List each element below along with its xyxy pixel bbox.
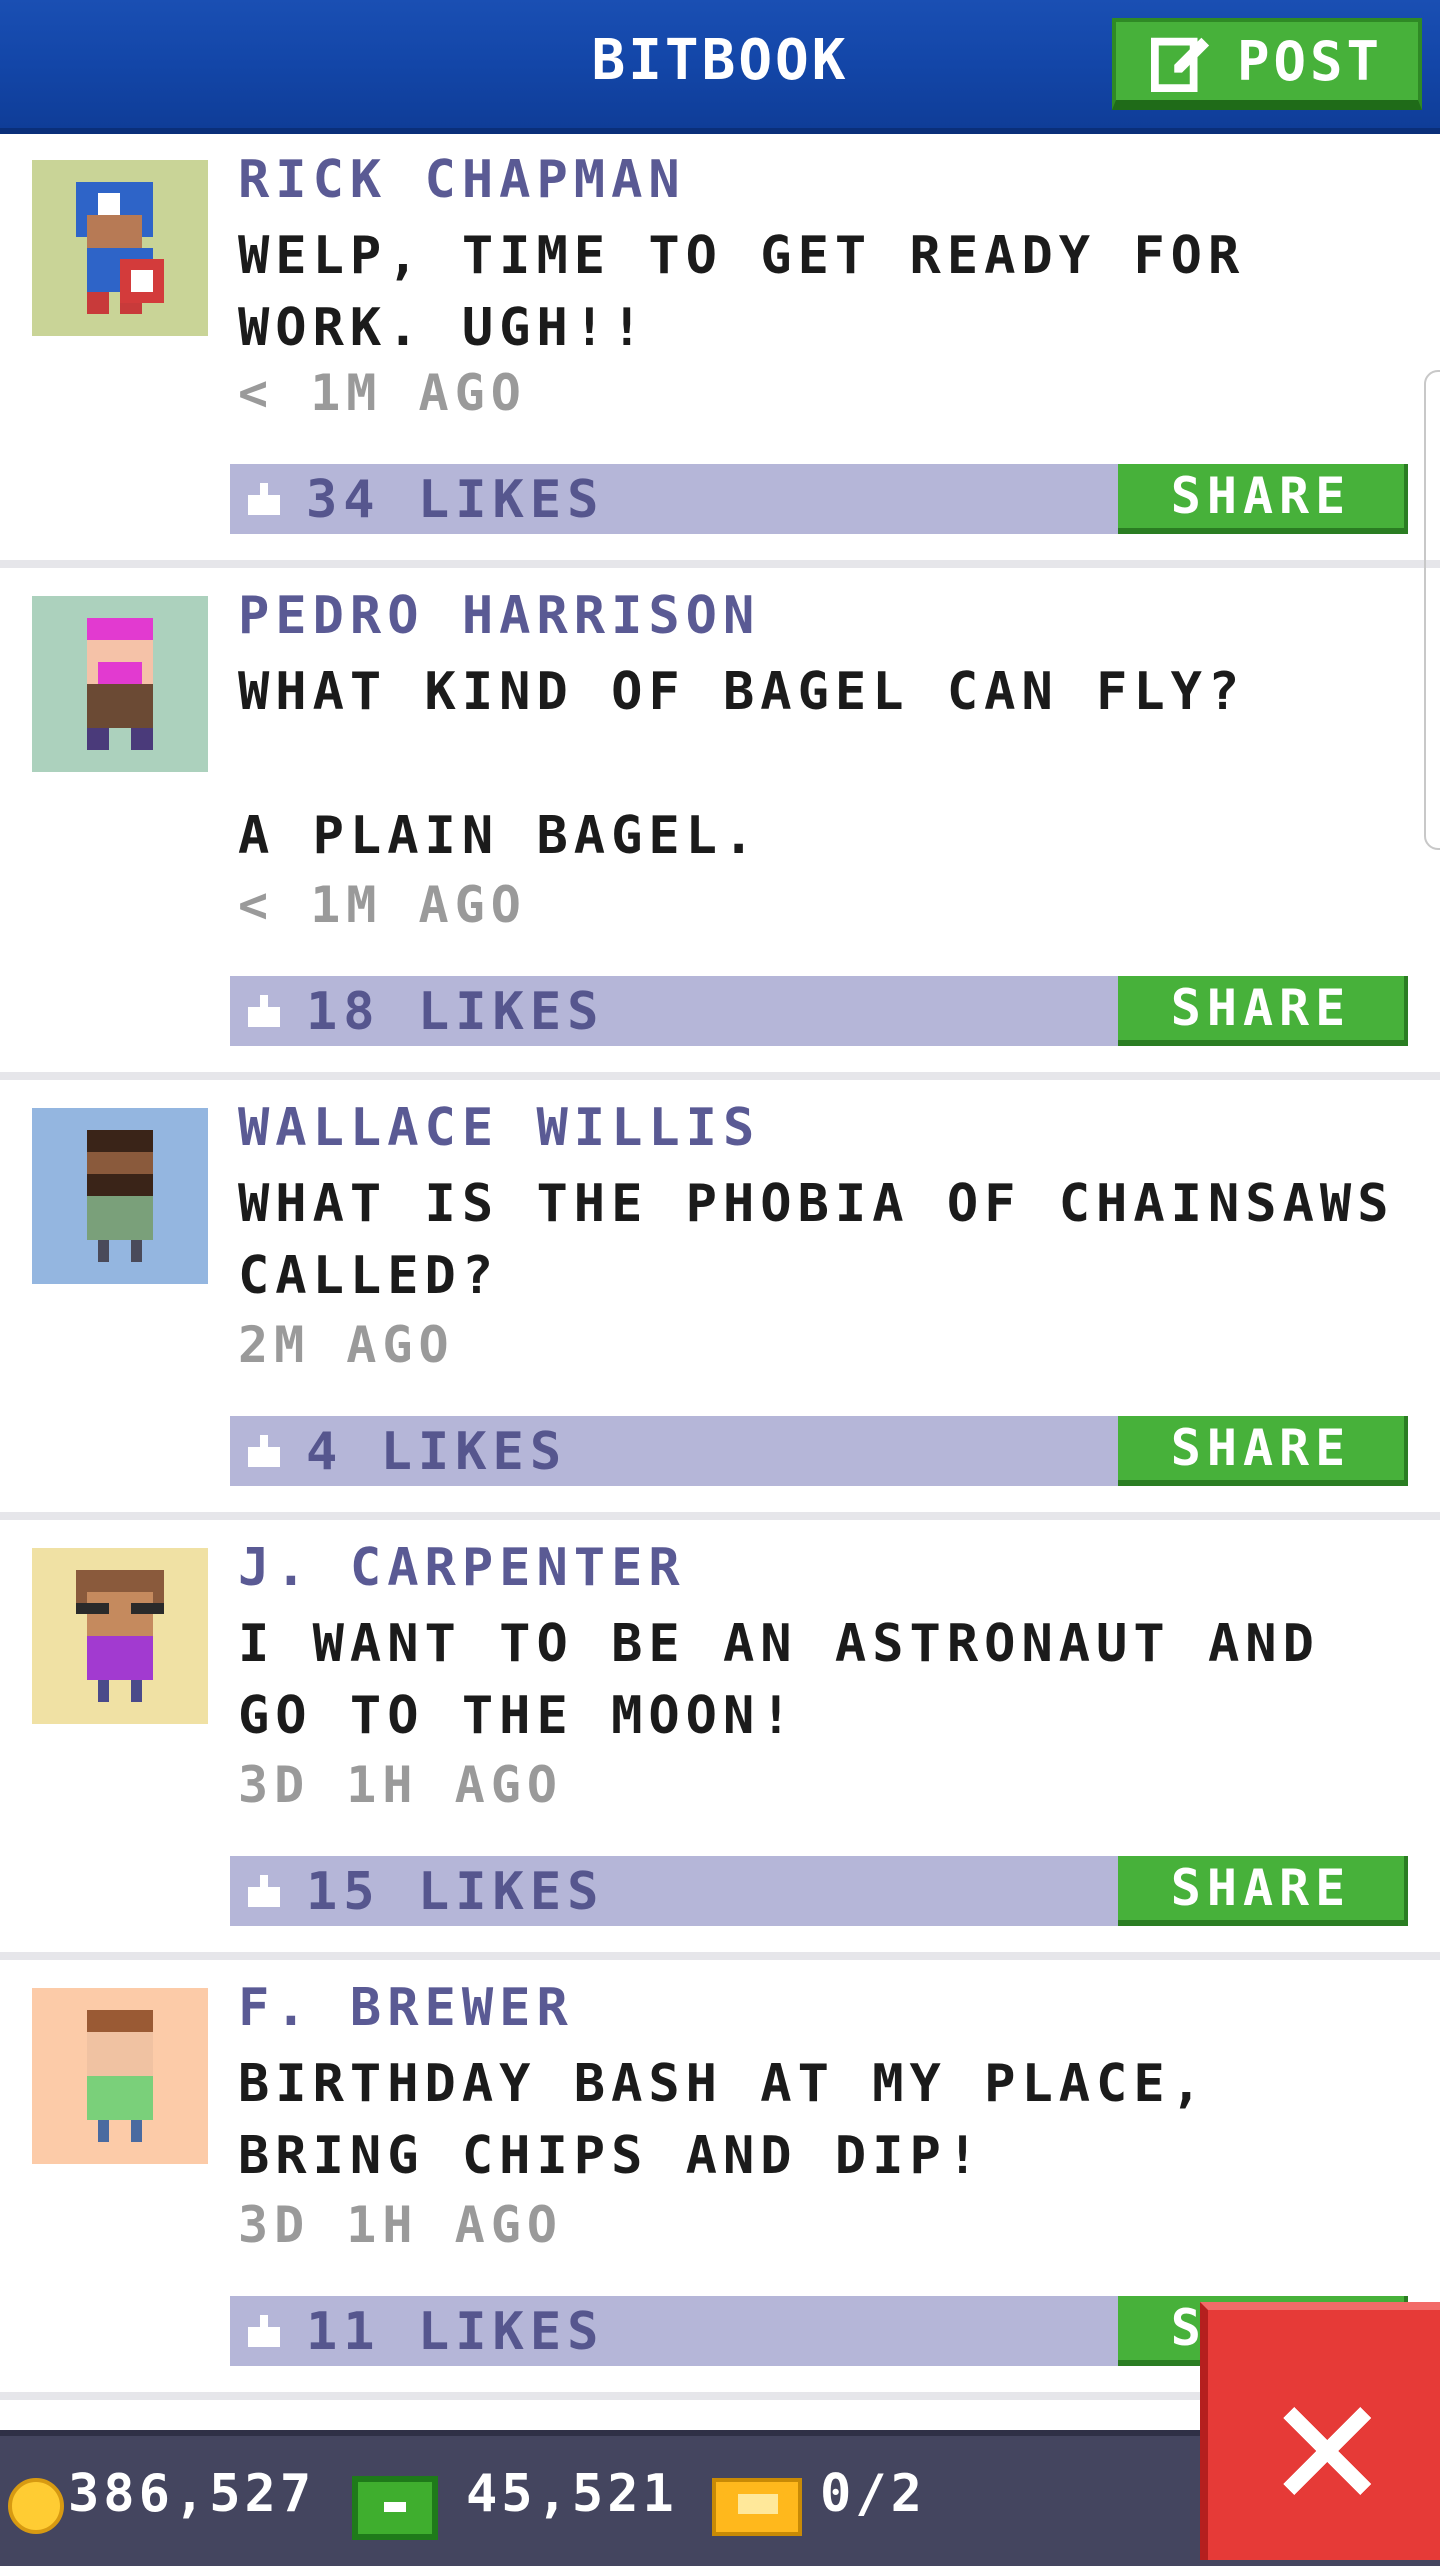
post-item: J. CARPENTER I WANT TO BE AN ASTRONAUT A…	[0, 1522, 1440, 1962]
avatar[interactable]	[32, 1548, 208, 1724]
post-time: 2M AGO	[238, 1316, 455, 1374]
ticket-count: 0/2	[820, 2464, 926, 2524]
thumbs-up-icon	[248, 995, 280, 1027]
like-count: 34 LIKES	[306, 470, 605, 530]
like-count: 15 LIKES	[306, 1862, 605, 1922]
like-bar[interactable]: 34 LIKES SHARE	[230, 464, 1408, 534]
feed-list[interactable]: RICK CHAPMAN WELP, TIME TO GET READY FOR…	[0, 134, 1440, 2402]
like-bar[interactable]: 18 LIKES SHARE	[230, 976, 1408, 1046]
avatar[interactable]	[32, 1988, 208, 2164]
ticket-icon	[712, 2478, 802, 2536]
scroll-indicator	[1424, 370, 1440, 850]
author-name[interactable]: F. BREWER	[238, 1978, 574, 2038]
share-button[interactable]: SHARE	[1118, 976, 1408, 1046]
divider	[0, 560, 1440, 568]
post-message: I WANT TO BE AN ASTRONAUT AND GO TO THE …	[238, 1614, 1320, 1746]
header-bar: BITBOOK POST	[0, 0, 1440, 134]
divider	[0, 1072, 1440, 1080]
like-count: 11 LIKES	[306, 2302, 605, 2362]
author-name[interactable]: WALLACE WILLIS	[238, 1098, 760, 1158]
close-icon	[1283, 2407, 1371, 2495]
like-bar[interactable]: 4 LIKES SHARE	[230, 1416, 1408, 1486]
divider	[0, 1952, 1440, 1960]
divider	[0, 1512, 1440, 1520]
post-item: WALLACE WILLIS WHAT IS THE PHOBIA OF CHA…	[0, 1082, 1440, 1522]
post-time: < 1M AGO	[238, 364, 527, 422]
post-message: WHAT KIND OF BAGEL CAN FLY? A PLAIN BAGE…	[238, 662, 1246, 866]
author-name[interactable]: PEDRO HARRISON	[238, 586, 760, 646]
avatar[interactable]	[32, 160, 208, 336]
post-item: PEDRO HARRISON WHAT KIND OF BAGEL CAN FL…	[0, 570, 1440, 1082]
post-item: RICK CHAPMAN WELP, TIME TO GET READY FOR…	[0, 134, 1440, 570]
coin-icon	[8, 2478, 64, 2534]
thumbs-up-icon	[248, 2315, 280, 2347]
like-count: 18 LIKES	[306, 982, 605, 1042]
coin-count: 386,527	[68, 2464, 316, 2524]
author-name[interactable]: J. CARPENTER	[238, 1538, 686, 1598]
post-time: < 1M AGO	[238, 876, 527, 934]
thumbs-up-icon	[248, 483, 280, 515]
post-message: WHAT IS THE PHOBIA OF CHAINSAWS CALLED?	[238, 1174, 1395, 1306]
share-button[interactable]: SHARE	[1118, 464, 1408, 534]
thumbs-up-icon	[248, 1435, 280, 1467]
share-button[interactable]: SHARE	[1118, 1416, 1408, 1486]
avatar[interactable]	[32, 596, 208, 772]
like-bar[interactable]: 15 LIKES SHARE	[230, 1856, 1408, 1926]
thumbs-up-icon	[248, 1875, 280, 1907]
post-button[interactable]: POST	[1112, 18, 1422, 110]
post-button-label: POST	[1236, 29, 1384, 93]
post-time: 3D 1H AGO	[238, 1756, 563, 1814]
post-time: 3D 1H AGO	[238, 2196, 563, 2254]
share-button[interactable]: SHARE	[1118, 1856, 1408, 1926]
like-count: 4 LIKES	[306, 1422, 568, 1482]
post-message: WELP, TIME TO GET READY FOR WORK. UGH!!	[238, 226, 1246, 358]
bux-icon	[352, 2476, 438, 2540]
post-message: BIRTHDAY BASH AT MY PLACE, BRING CHIPS A…	[238, 2054, 1208, 2186]
avatar[interactable]	[32, 1108, 208, 1284]
bux-count: 45,521	[466, 2464, 678, 2524]
edit-icon	[1150, 37, 1210, 92]
author-name[interactable]: RICK CHAPMAN	[238, 150, 686, 210]
close-button[interactable]	[1200, 2302, 1440, 2560]
